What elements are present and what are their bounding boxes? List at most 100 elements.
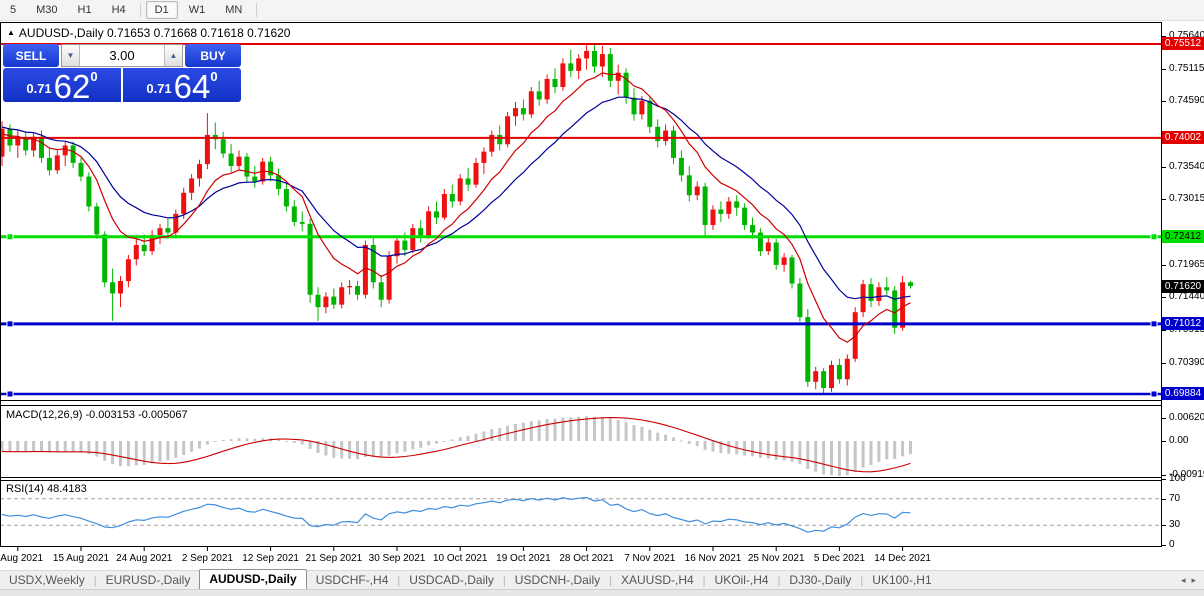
chevron-up-icon: ▲ [169, 51, 178, 60]
axis-tick [1162, 475, 1166, 476]
axis-tick-label: 100 [1169, 473, 1186, 484]
line-drag-handle[interactable] [6, 390, 14, 398]
axis-tick-label: 0 [1169, 539, 1175, 550]
chart-symbol-label: AUDUSD-,Daily [18, 26, 104, 40]
axis-tick [1162, 498, 1166, 500]
volume-stepper: ▼ 3.00 ▲ [61, 44, 183, 67]
date-label: 5 Dec 2021 [814, 553, 866, 564]
buy-price-sup: 0 [210, 69, 218, 84]
axis-tick [1162, 479, 1166, 480]
line-drag-handle[interactable] [6, 320, 14, 328]
tab-usdx-weekly[interactable]: USDX,Weekly [0, 571, 94, 590]
level-price-tag: 0.75512 [1162, 37, 1204, 51]
axis-tick [1162, 441, 1166, 442]
tab-audusd-daily[interactable]: AUDUSD-,Daily [199, 569, 307, 590]
axis-tick-label: 0.74590 [1169, 95, 1204, 107]
buy-price-display[interactable]: 0.71 64 0 [123, 67, 241, 105]
axis-tick [1162, 199, 1166, 201]
date-label: 28 Oct 2021 [559, 553, 614, 564]
volume-decrease-button[interactable]: ▼ [62, 45, 80, 66]
line-drag-handle[interactable] [1150, 320, 1158, 328]
axis-tick [1162, 362, 1166, 364]
current-price-tag: 0.71620 [1162, 279, 1204, 293]
sell-button[interactable]: SELL [3, 44, 59, 67]
chart-ohlc-values: 0.71653 0.71668 0.71618 0.71620 [106, 26, 291, 40]
axis-tick [1162, 166, 1166, 168]
tab-dj30-daily[interactable]: DJ30-,Daily [780, 571, 860, 590]
tab-uk100-h1[interactable]: UK100-,H1 [863, 571, 940, 590]
chart-title: ▲ AUDUSD-,Daily 0.71653 0.71668 0.71618 0… [7, 26, 290, 40]
date-label: 16 Nov 2021 [685, 553, 742, 564]
line-drag-handle[interactable] [6, 233, 14, 241]
axis-tick [1162, 264, 1166, 266]
axis-tick [1162, 525, 1166, 527]
axis-tick [1162, 68, 1166, 70]
one-click-trade-panel: SELL ▼ 3.00 ▲ BUY 0.71 62 0 0.71 64 0 [3, 44, 241, 105]
tabs-scroll-left-icon[interactable]: ◂ [1181, 575, 1186, 586]
collapse-arrow-icon: ▲ [7, 28, 15, 37]
tabs-scroll-right-icon[interactable]: ▸ [1191, 575, 1196, 586]
date-label: 19 Oct 2021 [496, 553, 551, 564]
chevron-down-icon: ▼ [66, 51, 75, 60]
price-axis[interactable]: 0.75640 0.75115 0.74590 0.73540 0.73015 0.719… [1162, 22, 1204, 568]
trading-terminal: 5 M30 H1 H4 D1 W1 MN MACD(12,26,9) -0.003153 -… [0, 0, 1204, 596]
volume-value[interactable]: 3.00 [80, 45, 164, 66]
tab-usdcad-daily[interactable]: USDCAD-,Daily [400, 571, 503, 590]
axis-tick-label: 30 [1169, 519, 1181, 531]
tab-ukoil-h4[interactable]: UKOil-,H4 [706, 571, 778, 590]
date-label: 2 Sep 2021 [182, 553, 234, 564]
buy-price-big: 64 [173, 67, 211, 105]
axis-tick [1162, 297, 1166, 299]
toolbar-button-h1[interactable]: H1 [69, 1, 101, 19]
axis-tick-label: 0.70390 [1169, 356, 1204, 368]
date-label: 10 Oct 2021 [433, 553, 488, 564]
axis-tick [1162, 101, 1166, 103]
level-price-tag: 0.71012 [1162, 317, 1204, 331]
level-price-tag: 0.69884 [1162, 387, 1204, 401]
date-label: 30 Sep 2021 [369, 553, 426, 564]
axis-tick-label: 0.71440 [1169, 291, 1204, 303]
axis-tick-label: 0.75115 [1169, 62, 1204, 74]
line-drag-handle[interactable] [1150, 390, 1158, 398]
date-label: 14 Dec 2021 [874, 553, 931, 564]
line-drag-handle[interactable] [1150, 233, 1158, 241]
tab-usdchf-h4[interactable]: USDCHF-,H4 [307, 571, 398, 590]
level-price-tag: 0.72412 [1162, 230, 1204, 244]
axis-tick [1162, 418, 1166, 420]
toolbar-button-m30[interactable]: M30 [27, 1, 66, 19]
date-label: 5 Aug 2021 [0, 553, 44, 564]
toolbar-button-d1[interactable]: D1 [145, 1, 178, 19]
sell-price-small: 0.71 [26, 81, 52, 96]
toolbar-button-5[interactable]: 5 [1, 1, 25, 19]
toolbar-button-mn[interactable]: MN [216, 1, 251, 19]
axis-tick-label: 0.00 [1169, 435, 1189, 446]
date-label: 7 Nov 2021 [624, 553, 676, 564]
sell-price-display[interactable]: 0.71 62 0 [3, 67, 121, 105]
toolbar-button-w1[interactable]: W1 [180, 1, 215, 19]
tab-usdcnh-daily[interactable]: USDCNH-,Daily [506, 571, 609, 590]
toolbar-button-h4[interactable]: H4 [103, 1, 135, 19]
date-label: 25 Nov 2021 [748, 553, 805, 564]
sell-price-big: 62 [53, 67, 91, 105]
date-label: 12 Sep 2021 [242, 553, 299, 564]
toolbar-separator [256, 3, 258, 17]
axis-tick-label: 0.73540 [1169, 160, 1204, 172]
date-label: 15 Aug 2021 [53, 553, 110, 564]
date-label: 21 Sep 2021 [305, 553, 362, 564]
volume-increase-button[interactable]: ▲ [164, 45, 182, 66]
symbol-tab-bar: USDX,Weekly | EURUSD-,Daily AUDUSD-,Daily US… [0, 569, 1204, 590]
sell-price-sup: 0 [90, 69, 98, 84]
axis-tick-label: 0.71965 [1169, 258, 1204, 270]
tab-eurusd-daily[interactable]: EURUSD-,Daily [97, 571, 200, 590]
status-strip [0, 589, 1204, 596]
buy-price-small: 0.71 [146, 81, 172, 96]
level-price-tag: 0.74002 [1162, 131, 1204, 145]
rsi-label: RSI(14) 48.4183 [6, 483, 87, 495]
axis-tick-label: 0.006201 [1169, 412, 1204, 424]
axis-tick-label: 0.73015 [1169, 193, 1204, 205]
date-label: 24 Aug 2021 [116, 553, 173, 564]
timeframe-toolbar: 5 M30 H1 H4 D1 W1 MN [0, 0, 1204, 21]
tab-xauusd-h4[interactable]: XAUUSD-,H4 [612, 571, 703, 590]
buy-button[interactable]: BUY [185, 44, 241, 67]
macd-label: MACD(12,26,9) -0.003153 -0.005067 [6, 409, 188, 421]
